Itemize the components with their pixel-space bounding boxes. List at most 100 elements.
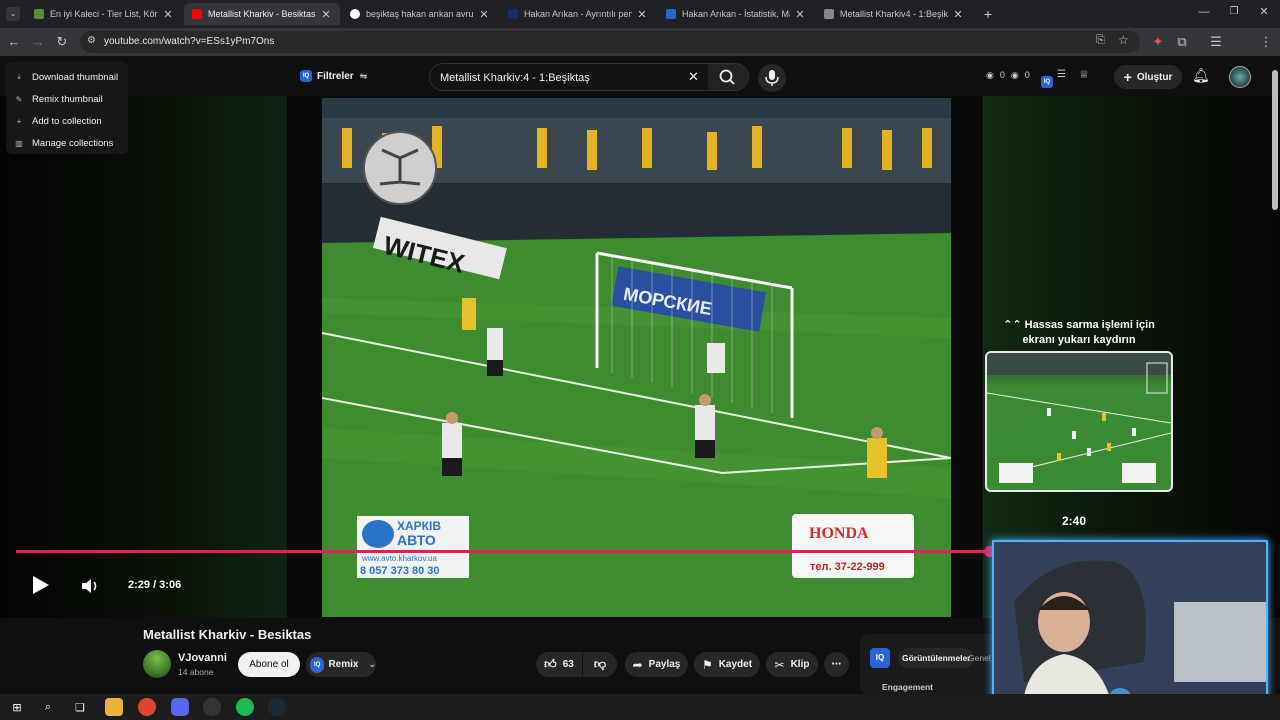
save-button[interactable]: ⚑ Kaydet (694, 652, 760, 677)
close-icon[interactable]: ✕ (320, 8, 332, 21)
trophy-icon[interactable]: ♕ (1079, 68, 1089, 81)
reload-icon[interactable]: ↻ (52, 28, 72, 56)
back-icon[interactable]: ← (4, 28, 24, 56)
install-app-icon[interactable]: ⎘ (1096, 34, 1105, 47)
thumbs-up-icon: 👍︎ (544, 657, 557, 671)
thumbnail-context-menu: ⤓ Download thumbnail ✎ Remix thumbnail + Ad… (6, 62, 128, 154)
share-button[interactable]: ➦ Paylaş (625, 652, 688, 677)
minimize-icon[interactable]: — (1196, 6, 1212, 22)
tab-metallist-score[interactable]: Metallist Kharkiv4 - 1:Beşiktaş ✕ (816, 3, 972, 25)
site-info-icon[interactable]: ⚙ (87, 35, 96, 46)
voice-search-button[interactable] (758, 64, 786, 92)
new-tab-button[interactable]: + (980, 6, 996, 22)
like-count: 63 (562, 659, 574, 670)
clear-search-icon[interactable]: ✕ (688, 69, 699, 85)
channel-avatar[interactable] (1229, 66, 1251, 88)
windows-start-icon[interactable]: ⊞ (8, 698, 26, 716)
channel-name[interactable]: VJovanni (178, 652, 227, 664)
site-favicon-icon (666, 9, 676, 19)
scissors-icon: ✂ (774, 657, 785, 672)
iq-header-icon[interactable]: IQ (1041, 70, 1058, 88)
window-close-icon[interactable]: ✕ (1256, 5, 1272, 21)
reading-list-icon[interactable]: ☰ (1206, 28, 1226, 56)
task-view-icon[interactable]: ❏ (71, 698, 89, 716)
scrub-preview-thumbnail (985, 351, 1173, 492)
clip-label: Klip (790, 659, 810, 670)
counter-a: 0 (999, 70, 1005, 80)
file-explorer-icon[interactable] (105, 698, 123, 716)
restore-icon[interactable]: ❐ (1226, 6, 1242, 22)
tab-performance[interactable]: Hakan Arıkan - Ayrıntılı performans ✕ (500, 3, 656, 25)
plus-icon: + (1123, 69, 1132, 85)
download-icon: ⤓ (17, 72, 21, 81)
search-input[interactable] (440, 70, 680, 86)
ad-left-line1: ХАРКІВ (397, 519, 441, 533)
counter-b: 0 (1024, 70, 1030, 80)
chrome-icon[interactable] (138, 698, 156, 716)
tab-tier-list[interactable]: En iyi Kaleci - Tier List, Kör Sıralama … (26, 3, 182, 25)
more-dots-icon: ⋯ (831, 659, 842, 670)
manage-collections-item[interactable]: ▥ Manage collections (6, 132, 128, 154)
download-thumbnail-item[interactable]: ⤓ Download thumbnail (6, 66, 128, 88)
ext-counters: ◉ 0 ◉ 0 (986, 70, 1030, 81)
tab-statistics[interactable]: Hakan Arıkan - İstatistik, Maçlar ✕ (658, 3, 814, 25)
time-display: 2:29 / 3:06 (128, 579, 182, 591)
progress-bar[interactable] (16, 546, 995, 557)
remix-thumbnail-item[interactable]: ✎ Remix thumbnail (6, 88, 128, 110)
forward-icon[interactable]: → (28, 28, 48, 56)
channel-avatar[interactable] (143, 650, 171, 678)
iq-stats-panel: IQ Görüntülenmeler Genel Engagement (860, 634, 1000, 694)
page-scrollbar[interactable] (1272, 70, 1278, 210)
close-icon[interactable]: ✕ (478, 8, 490, 21)
search-icon[interactable]: ⌕ (39, 698, 57, 716)
tab-youtube-active[interactable]: Metallist Kharkiv - Besiktas - YouTube ✕ (184, 3, 340, 25)
dislike-button[interactable]: 👎︎ (583, 652, 617, 677)
close-icon[interactable]: ✕ (952, 8, 964, 21)
tab-general[interactable]: Genel (968, 648, 991, 668)
youtube-favicon-icon (192, 9, 202, 19)
clip-button[interactable]: ✂ Klip (766, 652, 818, 677)
ambient-left (0, 96, 287, 618)
filters-button[interactable]: IQ Filtreler ⇋ (300, 65, 367, 87)
create-button[interactable]: + Oluştur (1114, 65, 1182, 89)
search-button[interactable] (708, 64, 748, 90)
list-icon[interactable]: ☰ (1057, 69, 1066, 80)
extension-icon[interactable]: ✦ (1148, 28, 1168, 56)
like-button[interactable]: 👍︎ 63 (536, 652, 582, 677)
close-icon[interactable]: ✕ (162, 8, 174, 21)
steam-icon[interactable] (268, 698, 286, 716)
share-icon: ➦ (632, 657, 643, 672)
add-to-collection-item[interactable]: + Add to collection (6, 110, 128, 132)
spotify-icon[interactable] (236, 698, 254, 716)
url-text[interactable]: youtube.com/watch?v=ESs1yPm7Ons (104, 36, 274, 47)
ad-left-url: www.avto.kharkov.ua (361, 554, 438, 563)
close-icon[interactable]: ✕ (794, 8, 806, 21)
notifications-bell-icon[interactable]: 🔔︎ (1192, 67, 1210, 84)
volume-button[interactable] (80, 576, 102, 596)
tab-google-search[interactable]: beşiktaş hakan arıkan avrupa maç ✕ (342, 3, 498, 25)
match-scene: WITEX МОРСКИЕ ХАРКІВ АВТО www.avto.khark (322, 98, 951, 617)
browser-tab-strip: ⌄ En iyi Kaleci - Tier List, Kör Sıralam… (0, 0, 1280, 28)
thumbs-down-icon: 👎︎ (593, 657, 607, 671)
discord-icon[interactable] (171, 698, 189, 716)
streamer-camera (994, 542, 1266, 714)
search-box[interactable]: ✕ (429, 63, 749, 91)
tab-views[interactable]: Görüntülenmeler (898, 648, 975, 668)
remix-button[interactable]: IQ Remix ⌄ (306, 652, 376, 677)
more-actions-button[interactable]: ⋯ (824, 652, 849, 677)
subscribe-button[interactable]: Abone ol (238, 652, 300, 677)
close-icon[interactable]: ✕ (636, 8, 648, 21)
windows-taskbar (0, 694, 1280, 720)
obs-icon[interactable] (203, 698, 221, 716)
tab-favicon-icon (34, 9, 44, 19)
play-button[interactable] (30, 575, 50, 595)
tab-list-dropdown-icon[interactable]: ⌄ (6, 7, 20, 21)
address-bar[interactable]: ⚙ youtube.com/watch?v=ESs1yPm7Ons ⎘ ☆ (80, 31, 1140, 53)
extensions-puzzle-icon[interactable]: ⧉ (1172, 28, 1192, 56)
bookmark-star-icon[interactable]: ☆ (1118, 33, 1129, 47)
browser-menu-icon[interactable]: ⋮ (1256, 28, 1276, 56)
subscriber-count: 14 abone (178, 667, 214, 677)
video-player[interactable]: WITEX МОРСКИЕ ХАРКІВ АВТО www.avto.khark (322, 98, 951, 617)
browser-toolbar: ← → ↻ ⚙ youtube.com/watch?v=ESs1yPm7Ons … (0, 28, 1280, 77)
webcam-overlay (992, 540, 1268, 716)
